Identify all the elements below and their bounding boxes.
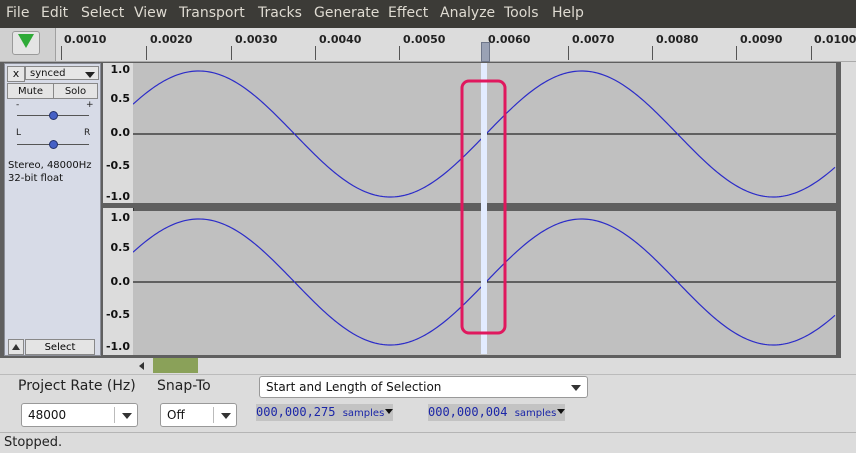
menu-tracks[interactable]: Tracks (258, 5, 302, 21)
selection-length-time[interactable]: 000,000,004 samples (428, 404, 566, 421)
scale-label: 1.0 (110, 63, 131, 76)
snap-to-label: Snap-To (157, 378, 211, 394)
ruler-tick (811, 46, 812, 60)
combo-separator (213, 407, 214, 423)
menu-view[interactable]: View (134, 5, 167, 21)
menu-effect[interactable]: Effect (388, 5, 428, 21)
snap-to-value: Off (167, 408, 185, 422)
menu-tools[interactable]: Tools (504, 5, 539, 21)
project-rate-label: Project Rate (Hz) (18, 378, 136, 394)
chevron-down-icon (221, 413, 231, 419)
waveform-left-channel[interactable] (133, 63, 836, 203)
scale-label: -1.0 (105, 340, 130, 353)
selection-start-digits: 000,000,275 (256, 405, 336, 419)
selection-mode-select[interactable]: Start and Length of Selection (259, 376, 588, 398)
ruler-tick-label: 0.0040 (319, 33, 362, 46)
scrollbar-thumb[interactable] (153, 358, 198, 373)
track-bit-depth: 32-bit float (8, 173, 64, 184)
menu-select[interactable]: Select (81, 5, 124, 21)
ruler-tick (146, 46, 147, 60)
menu-analyze[interactable]: Analyze (440, 5, 495, 21)
ruler-tick-label: 0.0030 (235, 33, 278, 46)
ruler-tick (315, 46, 316, 60)
track-area: x synced Mute Solo - + L R Stereo, 48000… (0, 62, 841, 358)
track-name-menu[interactable]: synced (25, 66, 99, 80)
mute-button[interactable]: Mute (7, 83, 54, 99)
status-text: Stopped. (4, 435, 63, 450)
ruler-tick-label: 0.0050 (403, 33, 446, 46)
ruler-tick (61, 46, 62, 60)
selection-length-units: samples (514, 408, 557, 419)
status-bar: Stopped. (0, 432, 856, 453)
ruler-tick-label: 0.0070 (572, 33, 615, 46)
gain-plus-label: + (86, 100, 94, 110)
waveform-right-channel[interactable] (133, 211, 836, 355)
ruler-controls (0, 28, 56, 61)
scale-label: 0.5 (110, 92, 131, 105)
scale-label: 0.0 (110, 126, 131, 139)
track-format: Stereo, 48000Hz (8, 160, 92, 171)
pan-right-label: R (84, 128, 91, 138)
pan-slider[interactable] (49, 140, 58, 149)
scale-label: 0.5 (110, 241, 131, 254)
ruler-tick (231, 46, 232, 60)
snap-to-select[interactable]: Off (160, 403, 237, 427)
horizontal-scrollbar[interactable] (133, 358, 841, 374)
ruler-tick-label: 0.0100 (814, 33, 856, 46)
menu-transport[interactable]: Transport (179, 5, 245, 21)
selection-cursor-marker[interactable] (481, 42, 490, 62)
selection-length-digits: 000,000,004 (428, 405, 508, 419)
close-track-button[interactable]: x (7, 66, 25, 82)
ruler-tick-label: 0.0010 (64, 33, 107, 46)
ruler-tick (652, 46, 653, 60)
scale-label: 0.0 (110, 275, 131, 288)
ruler-tick-label: 0.0060 (488, 33, 531, 46)
gain-minus-label: - (16, 100, 20, 110)
project-rate-value: 48000 (28, 408, 67, 422)
pan-left-label: L (16, 128, 22, 138)
ruler-tick (568, 46, 569, 60)
track-control-panel: x synced Mute Solo - + L R Stereo, 48000… (4, 63, 101, 356)
chevron-down-icon[interactable] (385, 409, 394, 414)
chevron-down-icon (85, 72, 95, 78)
vertical-scrollbar[interactable] (841, 62, 856, 358)
collapse-track-button[interactable] (8, 339, 24, 355)
solo-button[interactable]: Solo (53, 83, 98, 99)
scale-label: -0.5 (105, 308, 130, 321)
menu-edit[interactable]: Edit (41, 5, 68, 21)
chevron-down-icon[interactable] (557, 409, 566, 414)
menu-help[interactable]: Help (552, 5, 584, 21)
menu-file[interactable]: File (6, 5, 29, 21)
chevron-down-icon (122, 413, 132, 419)
scale-label: -1.0 (105, 190, 130, 203)
track-info: Stereo, 48000Hz 32-bit float (8, 159, 92, 185)
gain-slider[interactable] (49, 111, 58, 120)
vertical-scale-left-channel: 1.0 0.5 0.0 -0.5 -1.0 (103, 63, 134, 203)
timeline-ruler[interactable]: 0.0010 0.0020 0.0030 0.0040 0.0050 0.006… (0, 28, 856, 62)
project-rate-select[interactable]: 48000 (21, 403, 138, 427)
vertical-scale-right-channel: 1.0 0.5 0.0 -0.5 -1.0 (103, 208, 134, 355)
selection-mode-value: Start and Length of Selection (266, 380, 442, 394)
scroll-left-icon[interactable] (139, 362, 144, 370)
ruler-tick-label: 0.0080 (656, 33, 699, 46)
waveform-left-svg (133, 70, 836, 198)
play-triangle-icon (18, 34, 34, 48)
select-track-button[interactable]: Select (25, 339, 95, 355)
menu-bar: File Edit Select View Transport Tracks G… (0, 0, 856, 28)
scale-label: -0.5 (105, 159, 130, 172)
ruler-tick (736, 46, 737, 60)
chevron-down-icon (571, 385, 581, 391)
selection-start-time[interactable]: 000,000,275 samples (256, 404, 394, 421)
menu-generate[interactable]: Generate (314, 5, 379, 21)
ruler-tick-label: 0.0090 (740, 33, 783, 46)
combo-separator (114, 407, 115, 423)
waveform-right-svg (133, 218, 836, 346)
track-name: synced (30, 68, 66, 79)
scale-label: 1.0 (110, 211, 131, 224)
ruler-tick-label: 0.0020 (150, 33, 193, 46)
selection-start-units: samples (342, 408, 385, 419)
ruler-tick (399, 46, 400, 60)
